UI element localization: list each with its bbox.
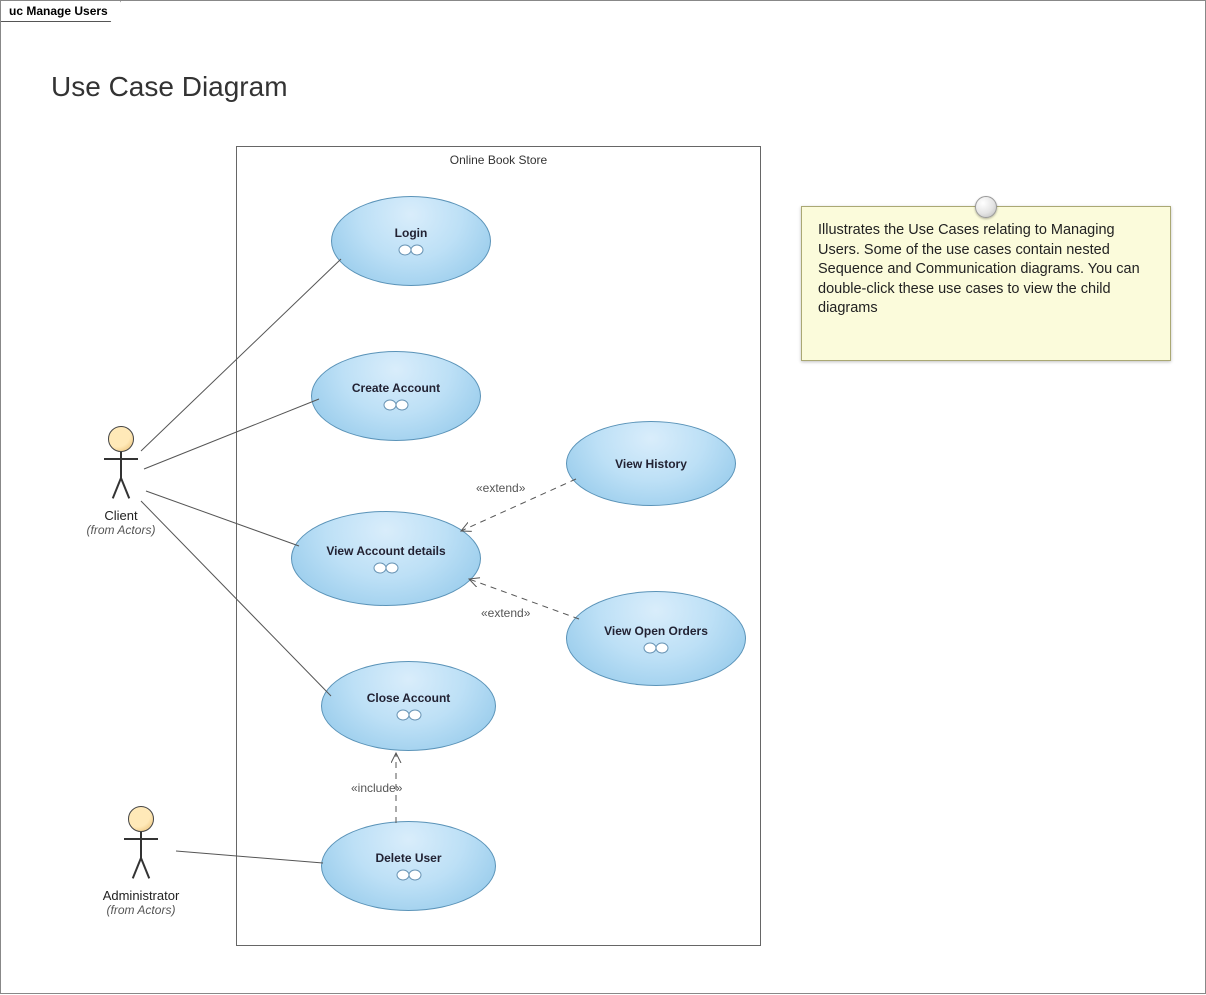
composite-icon [642, 642, 670, 654]
actor-from-label: (from Actors) [76, 523, 166, 537]
usecase-label: Login [395, 226, 428, 240]
usecase-label: Delete User [375, 851, 441, 865]
composite-icon [395, 869, 423, 881]
usecase-label: Close Account [367, 691, 451, 705]
usecase-close-account[interactable]: Close Account [321, 661, 496, 751]
system-boundary-label: Online Book Store [237, 153, 760, 167]
usecase-label: View Open Orders [604, 624, 708, 638]
actor-administrator[interactable]: Administrator (from Actors) [96, 806, 186, 917]
diagram-note[interactable]: Illustrates the Use Cases relating to Ma… [801, 206, 1171, 361]
usecase-view-history[interactable]: View History [566, 421, 736, 506]
stick-figure-icon [101, 426, 141, 506]
diagram-tab: uc Manage Users [1, 1, 121, 22]
composite-icon [395, 709, 423, 721]
usecase-create-account[interactable]: Create Account [311, 351, 481, 441]
stereotype-include: «include» [351, 781, 402, 795]
stereotype-extend: «extend» [476, 481, 525, 495]
actor-name: Administrator [96, 888, 186, 903]
usecase-login[interactable]: Login [331, 196, 491, 286]
pushpin-icon [975, 196, 997, 218]
stereotype-extend: «extend» [481, 606, 530, 620]
usecase-label: View History [615, 457, 687, 471]
composite-icon [372, 562, 400, 574]
usecase-view-open-orders[interactable]: View Open Orders [566, 591, 746, 686]
stick-figure-icon [121, 806, 161, 886]
diagram-title: Use Case Diagram [51, 71, 288, 103]
composite-icon [397, 244, 425, 256]
actor-client[interactable]: Client (from Actors) [76, 426, 166, 537]
actor-name: Client [76, 508, 166, 523]
composite-icon [382, 399, 410, 411]
usecase-delete-user[interactable]: Delete User [321, 821, 496, 911]
note-text: Illustrates the Use Cases relating to Ma… [818, 222, 1140, 316]
diagram-frame: uc Manage Users Use Case Diagram Online … [0, 0, 1206, 994]
usecase-view-account-details[interactable]: View Account details [291, 511, 481, 606]
actor-from-label: (from Actors) [96, 903, 186, 917]
usecase-label: View Account details [326, 544, 445, 558]
usecase-label: Create Account [352, 381, 440, 395]
